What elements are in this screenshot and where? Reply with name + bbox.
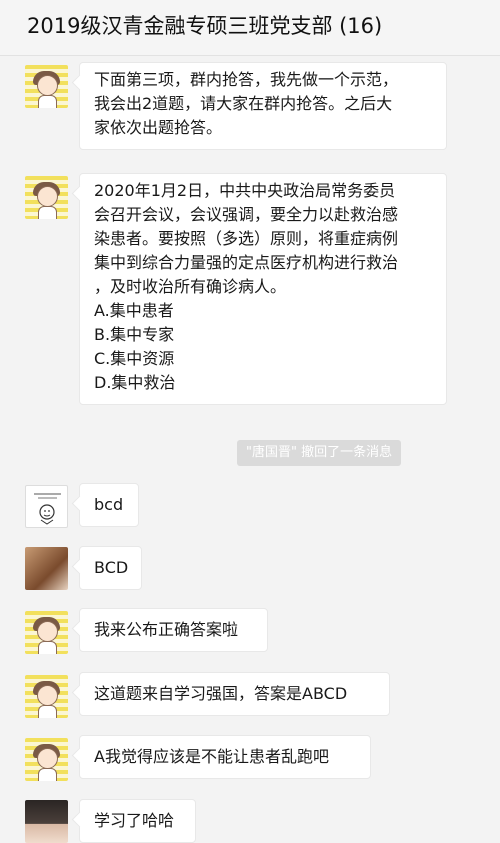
message-line: 家依次出题抢答。 <box>94 118 223 137</box>
message-line: 我会出2道题，请大家在群内抢答。之后大 <box>94 94 393 113</box>
message-line: 2020年1月2日，中共中央政治局常务委员 <box>94 181 396 200</box>
message-text: BCD <box>94 558 129 577</box>
message-text: A我觉得应该是不能让患者乱跑吧 <box>94 747 329 766</box>
avatar[interactable] <box>25 547 68 590</box>
message-text: 学习了哈哈 <box>94 811 175 830</box>
message-bubble[interactable]: 2020年1月2日，中共中央政治局常务委员 会召开会议，会议强调，要全力以赴救治… <box>79 173 447 405</box>
message-text: 我来公布正确答案啦 <box>94 620 239 639</box>
avatar-face <box>37 75 58 96</box>
message-bubble[interactable]: 这道题来自学习强国，答案是ABCD <box>79 672 390 716</box>
message-bubble[interactable]: 学习了哈哈 <box>79 799 196 843</box>
message-line: 染患者。要按照（多选）原则，将重症病例 <box>94 229 399 248</box>
option-d: D.集中救治 <box>94 373 176 392</box>
avatar[interactable] <box>25 800 68 843</box>
avatar-body <box>38 206 57 219</box>
avatar[interactable] <box>25 176 68 219</box>
message-line: 会召开会议，会议强调，要全力以赴救治感 <box>94 205 399 224</box>
avatar[interactable] <box>25 675 68 718</box>
message-bubble[interactable]: A我觉得应该是不能让患者乱跑吧 <box>79 735 371 779</box>
chat-header: 2019级汉青金融专硕三班党支部 (16) <box>0 0 500 56</box>
option-c: C.集中资源 <box>94 349 175 368</box>
sketch-meme-icon <box>34 493 61 525</box>
message-bubble[interactable]: 下面第三项，群内抢答，我先做一个示范， 我会出2道题，请大家在群内抢答。之后大 … <box>79 62 447 150</box>
avatar-body <box>38 641 57 654</box>
option-a: A.集中患者 <box>94 301 174 320</box>
avatar-face <box>37 685 58 706</box>
avatar-body <box>38 705 57 718</box>
message-line: ，及时收治所有确诊病人。 <box>94 277 287 296</box>
avatar[interactable] <box>25 65 68 108</box>
avatar[interactable] <box>25 738 68 781</box>
avatar-face <box>37 621 58 642</box>
avatar[interactable] <box>25 611 68 654</box>
option-b: B.集中专家 <box>94 325 175 344</box>
avatar-face <box>37 186 58 207</box>
message-bubble[interactable]: BCD <box>79 546 142 590</box>
message-bubble[interactable]: bcd <box>79 483 139 527</box>
chat-title: 2019级汉青金融专硕三班党支部 (16) <box>27 14 383 38</box>
message-text: 这道题来自学习强国，答案是ABCD <box>94 684 348 703</box>
avatar-body <box>38 768 57 781</box>
message-line: 集中到综合力量强的定点医疗机构进行救治 <box>94 253 399 272</box>
recall-notice: "唐国晋" 撤回了一条消息 <box>237 440 402 466</box>
message-bubble[interactable]: 我来公布正确答案啦 <box>79 608 268 652</box>
message-line: 下面第三项，群内抢答，我先做一个示范， <box>94 70 399 89</box>
avatar-body <box>38 95 57 108</box>
avatar-face <box>37 748 58 769</box>
message-text: bcd <box>94 495 124 514</box>
avatar[interactable] <box>25 485 68 528</box>
